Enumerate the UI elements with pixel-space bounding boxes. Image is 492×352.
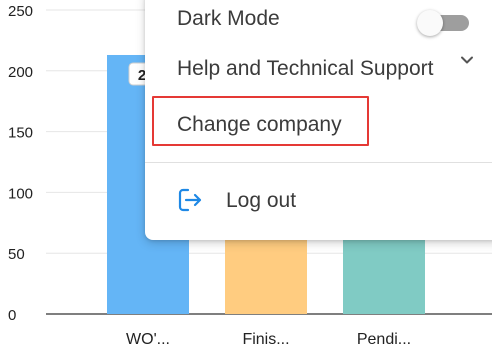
help-support-item[interactable]: Help and Technical Support	[177, 56, 433, 82]
x-tick-label: WO'...	[126, 331, 170, 348]
y-tick-label: 200	[8, 64, 33, 81]
y-tick-label: 100	[8, 185, 33, 202]
logout-label: Log out	[226, 189, 297, 212]
x-tick-label: Finis...	[242, 331, 289, 348]
logout-item[interactable]: Log out	[226, 188, 296, 214]
change-company-item[interactable]: Change company	[177, 112, 342, 138]
menu-divider	[145, 162, 492, 163]
dark-mode-item[interactable]: Dark Mode	[177, 6, 280, 32]
account-menu: Dark Mode Help and Technical Support Cha…	[145, 0, 492, 240]
chevron-down-icon[interactable]	[457, 50, 477, 70]
x-tick-label: Pendi...	[357, 331, 411, 348]
y-tick-label: 0	[8, 307, 16, 324]
help-support-label: Help and Technical Support	[177, 57, 434, 80]
change-company-label: Change company	[177, 113, 342, 136]
toggle-knob	[417, 10, 443, 36]
logout-icon[interactable]	[177, 187, 203, 213]
y-tick-label: 250	[8, 3, 33, 20]
dark-mode-label: Dark Mode	[177, 7, 280, 30]
dark-mode-toggle[interactable]	[417, 9, 469, 36]
y-tick-label: 50	[8, 246, 25, 263]
y-tick-label: 150	[8, 125, 33, 142]
